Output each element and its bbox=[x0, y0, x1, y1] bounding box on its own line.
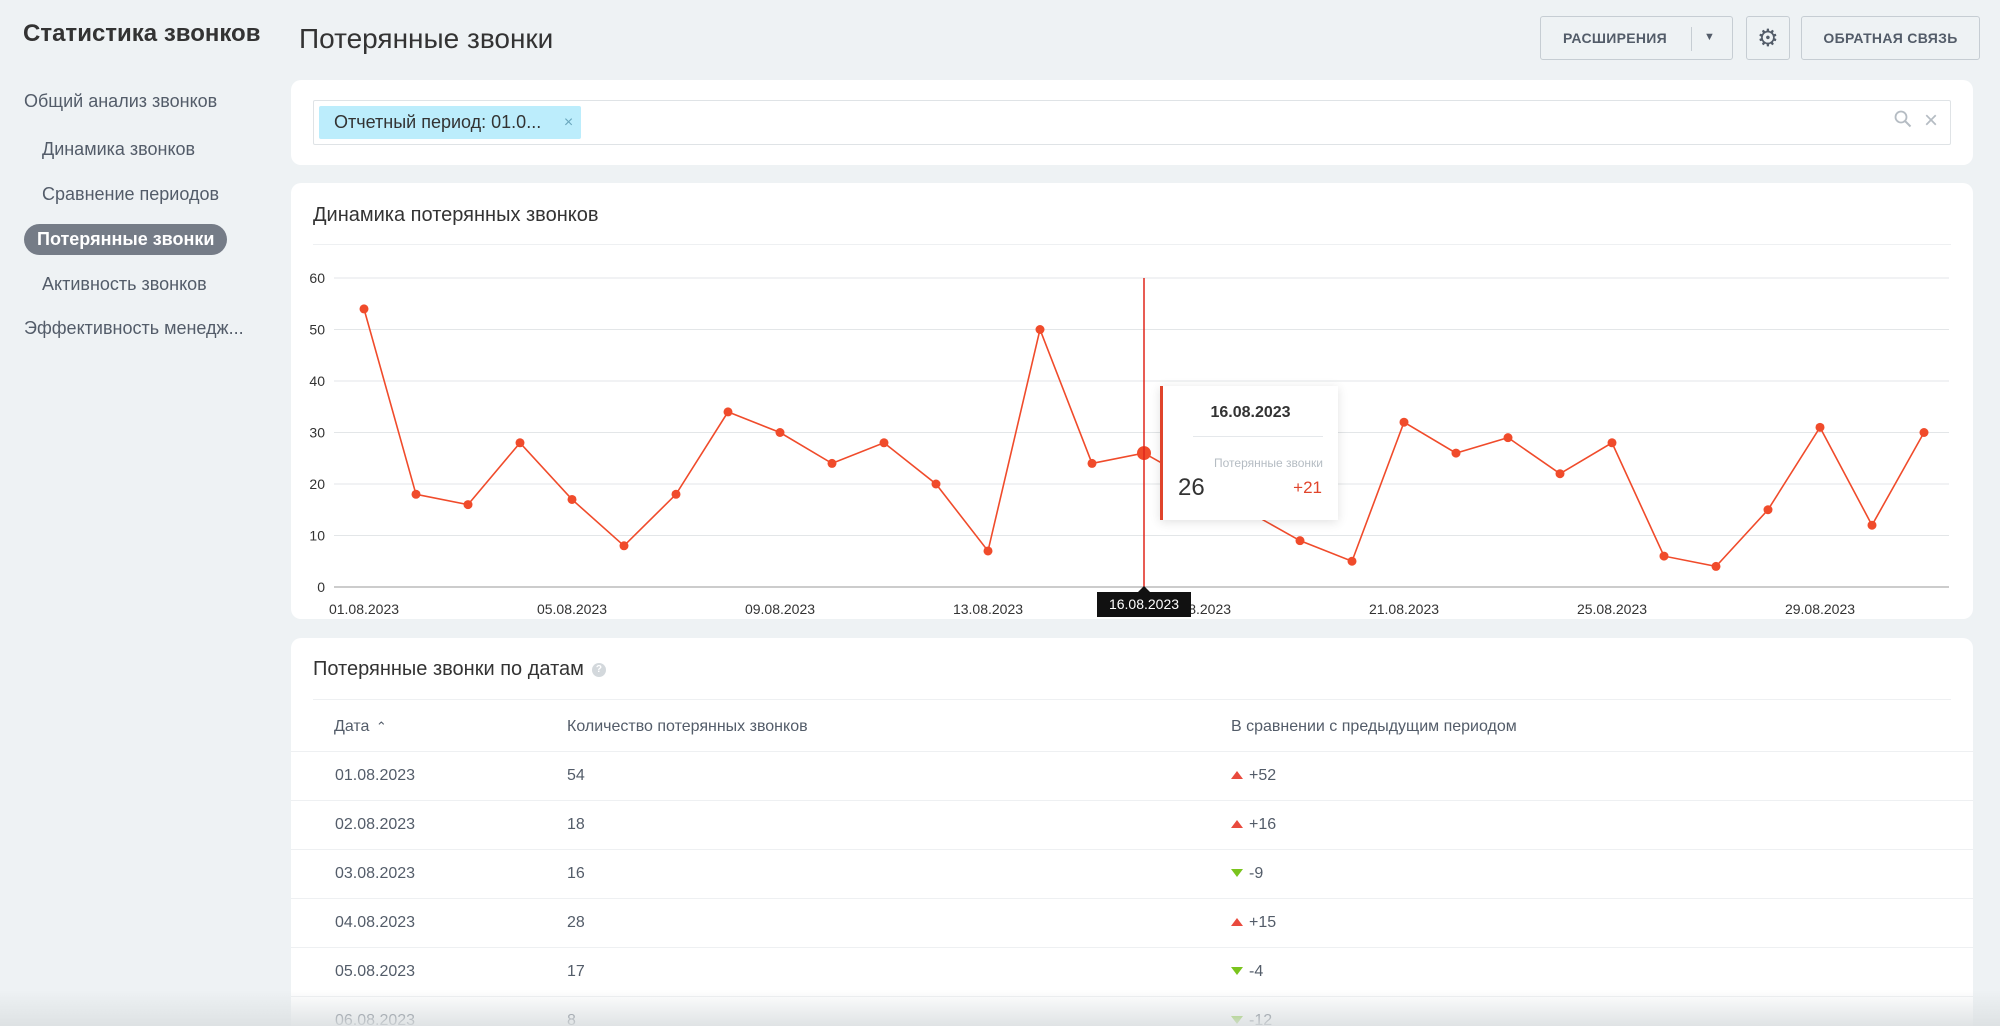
tooltip-divider bbox=[1193, 436, 1323, 437]
x-tick-label: 25.08.2023 bbox=[1577, 601, 1647, 617]
data-point bbox=[1087, 458, 1097, 468]
tooltip-date: 16.08.2023 bbox=[1210, 404, 1291, 421]
row-compare: +16 bbox=[1231, 816, 1276, 834]
tooltip-delta: +21 bbox=[1293, 478, 1322, 497]
row-delta: -12 bbox=[1249, 1012, 1273, 1026]
row-delta: +16 bbox=[1249, 816, 1277, 833]
data-point bbox=[1763, 505, 1773, 515]
data-point bbox=[567, 494, 577, 504]
x-tick-label: 13.08.2023 bbox=[953, 601, 1023, 617]
row-date: 05.08.2023 bbox=[335, 963, 416, 980]
row-delta: -4 bbox=[1249, 963, 1264, 980]
row-delta: +52 bbox=[1249, 767, 1277, 784]
y-tick-label: 50 bbox=[309, 322, 325, 338]
data-point bbox=[619, 541, 629, 551]
column-header-date-label: Дата bbox=[334, 718, 370, 735]
table-row[interactable]: 06.08.2023 8 -12 bbox=[291, 996, 1973, 1026]
x-tick-label: 01.08.2023 bbox=[329, 601, 399, 617]
y-tick-label: 30 bbox=[309, 425, 325, 441]
arrow-up-icon bbox=[1231, 771, 1243, 779]
row-date: 06.08.2023 bbox=[335, 1012, 416, 1026]
data-point bbox=[411, 489, 421, 499]
data-point bbox=[1711, 561, 1721, 571]
row-compare: +15 bbox=[1231, 914, 1276, 932]
x-tick-label: 05.08.2023 bbox=[537, 601, 607, 617]
table-title-text: Потерянные звонки по датам bbox=[313, 658, 584, 680]
y-tick-label: 10 bbox=[309, 528, 325, 544]
row-compare: -4 bbox=[1231, 963, 1263, 981]
row-count: 28 bbox=[567, 914, 585, 931]
row-count: 54 bbox=[567, 767, 585, 784]
data-point bbox=[983, 546, 993, 556]
data-point bbox=[827, 458, 837, 468]
column-header-date[interactable]: Дата ⌃ bbox=[334, 718, 387, 736]
x-tick-label: 21.08.2023 bbox=[1369, 601, 1439, 617]
data-point bbox=[1503, 433, 1513, 443]
x-tick-label: 09.08.2023 bbox=[745, 601, 815, 617]
data-point bbox=[1451, 448, 1461, 458]
data-point bbox=[1035, 325, 1045, 334]
data-point bbox=[463, 500, 473, 510]
column-header-compare[interactable]: В сравнении с предыдущим периодом bbox=[1231, 718, 1517, 736]
lost-calls-chart[interactable]: 0 10 20 30 40 50 60 01.08.2023 05.08.2023 09.08.2… bbox=[0, 0, 2000, 640]
row-date: 03.08.2023 bbox=[335, 865, 416, 882]
data-point bbox=[1399, 417, 1409, 427]
arrow-up-icon bbox=[1231, 820, 1243, 828]
row-count: 17 bbox=[567, 963, 585, 980]
tooltip-value: 26 bbox=[1178, 474, 1205, 501]
data-point bbox=[515, 438, 525, 448]
arrow-down-icon bbox=[1231, 869, 1243, 877]
row-delta: -9 bbox=[1249, 865, 1264, 882]
row-count: 18 bbox=[567, 816, 585, 833]
row-compare: -9 bbox=[1231, 865, 1263, 883]
row-count: 8 bbox=[567, 1012, 576, 1026]
data-point bbox=[879, 438, 889, 448]
arrow-up-icon bbox=[1231, 918, 1243, 926]
sort-asc-icon: ⌃ bbox=[375, 719, 387, 734]
data-point bbox=[931, 479, 941, 489]
help-icon[interactable]: ? bbox=[591, 662, 606, 677]
table-divider bbox=[313, 699, 1951, 700]
data-point bbox=[1555, 469, 1565, 479]
y-tick-label: 20 bbox=[309, 476, 325, 492]
row-delta: +15 bbox=[1249, 914, 1277, 931]
data-point bbox=[359, 304, 369, 314]
row-date: 02.08.2023 bbox=[335, 816, 416, 833]
y-tick-label: 0 bbox=[317, 579, 325, 595]
row-date: 01.08.2023 bbox=[335, 767, 416, 784]
arrow-down-icon bbox=[1231, 967, 1243, 975]
table-card: Потерянные звонки по датам? Дата ⌃ Колич… bbox=[291, 638, 1973, 1026]
data-point bbox=[1815, 422, 1825, 432]
data-point bbox=[1919, 428, 1929, 437]
data-point bbox=[671, 489, 681, 499]
data-point bbox=[1867, 520, 1877, 530]
table-title: Потерянные звонки по датам? bbox=[313, 658, 606, 681]
data-point bbox=[1347, 556, 1357, 566]
tooltip-series-label: Потерянные звонки bbox=[1214, 456, 1323, 470]
row-compare: +52 bbox=[1231, 767, 1276, 785]
chart-tooltip: 16.08.2023 Потерянные звонки 26 +21 bbox=[1160, 386, 1338, 520]
table-row[interactable]: 01.08.2023 54 +52 bbox=[291, 751, 1973, 800]
y-tick-label: 40 bbox=[309, 373, 325, 389]
row-compare: -12 bbox=[1231, 1012, 1272, 1026]
table-row[interactable]: 04.08.2023 28 +15 bbox=[291, 898, 1973, 947]
row-count: 16 bbox=[567, 865, 585, 882]
table-row[interactable]: 02.08.2023 18 +16 bbox=[291, 800, 1973, 849]
x-tick-label: 29.08.2023 bbox=[1785, 601, 1855, 617]
table-row[interactable]: 05.08.2023 17 -4 bbox=[291, 947, 1973, 996]
data-point bbox=[1607, 438, 1617, 448]
column-header-count[interactable]: Количество потерянных звонков bbox=[567, 718, 808, 736]
arrow-down-icon bbox=[1231, 1016, 1243, 1024]
y-tick-label: 60 bbox=[309, 270, 325, 286]
data-point bbox=[775, 428, 785, 437]
row-date: 04.08.2023 bbox=[335, 914, 416, 931]
data-point bbox=[723, 407, 733, 417]
table-row[interactable]: 03.08.2023 16 -9 bbox=[291, 849, 1973, 898]
data-point bbox=[1659, 551, 1669, 561]
cursor-label: 16.08.2023 bbox=[1109, 596, 1179, 612]
data-point bbox=[1295, 536, 1305, 546]
